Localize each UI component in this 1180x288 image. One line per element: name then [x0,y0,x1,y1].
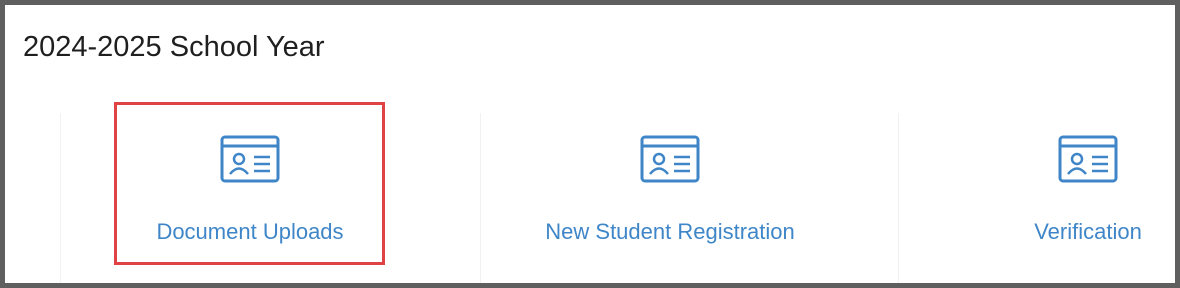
tile-label[interactable]: Verification [878,219,1175,245]
tile-label[interactable]: New Student Registration [460,219,880,245]
tile-new-student-registration[interactable]: New Student Registration [460,113,880,283]
id-card-icon [220,135,280,183]
tile-label[interactable]: Document Uploads [40,219,460,245]
section-title: 2024-2025 School Year [23,31,325,63]
tile-document-uploads[interactable]: Document Uploads [40,113,460,283]
tile-verification[interactable]: Verification [878,113,1175,283]
school-year-panel: 2024-2025 School Year Document Uploads N… [0,0,1180,288]
id-card-icon [1058,135,1118,183]
id-card-icon [640,135,700,183]
